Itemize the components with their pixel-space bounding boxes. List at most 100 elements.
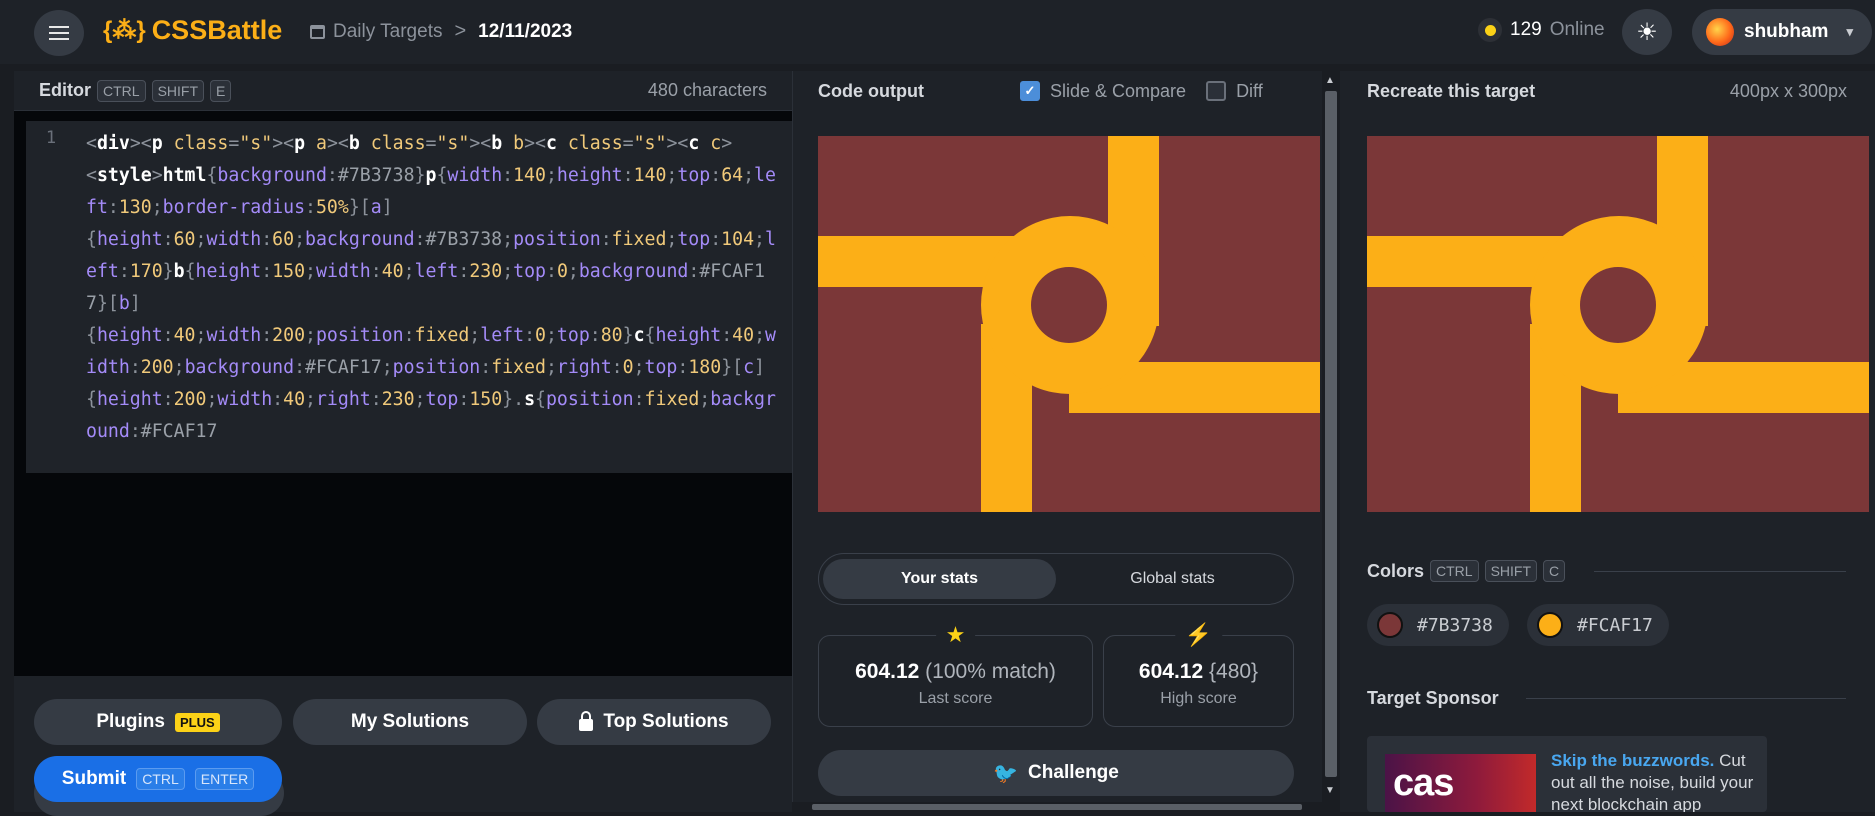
high-score-label: High score bbox=[1160, 690, 1237, 707]
logo-text: CSSBattle bbox=[151, 15, 283, 45]
sponsor-card[interactable]: cas Skip the buzzwords. Cut out all the … bbox=[1367, 736, 1767, 812]
star-icon: ★ bbox=[935, 623, 976, 647]
user-menu-button[interactable]: shubham ▾ bbox=[1692, 9, 1872, 55]
tab-global-stats[interactable]: Global stats bbox=[1056, 559, 1289, 599]
editor-title: Editor bbox=[39, 80, 91, 100]
kbd-ctrl: CTRL bbox=[97, 79, 146, 102]
last-score-card: ★ 604.12 (100% match) Last score bbox=[818, 623, 1093, 727]
top-solutions-button[interactable]: Top Solutions bbox=[537, 699, 771, 745]
divider bbox=[1526, 698, 1846, 699]
code-editor[interactable]: 1 <div><p class="s"><p a><b class="s"><b… bbox=[26, 121, 792, 473]
theme-toggle-button[interactable]: ☀ bbox=[1622, 9, 1672, 55]
slide-compare-label: Slide & Compare bbox=[1049, 80, 1187, 101]
sponsor-title: Target Sponsor bbox=[1367, 688, 1499, 708]
kbd-ctrl: CTRL bbox=[136, 768, 185, 790]
breadcrumb-daily-targets[interactable]: Daily Targets bbox=[310, 21, 442, 43]
color-hex-1: #7B3738 bbox=[1417, 614, 1493, 636]
sun-icon: ☀ bbox=[1636, 18, 1658, 46]
diff-toggle[interactable]: Diff bbox=[1206, 81, 1263, 102]
last-score-label: Last score bbox=[918, 690, 993, 707]
breadcrumb-daily-targets-label: Daily Targets bbox=[333, 20, 443, 42]
avatar bbox=[1706, 18, 1734, 46]
breadcrumb: Daily Targets > 12/11/2023 bbox=[310, 20, 572, 43]
kbd-shift: SHIFT bbox=[1484, 560, 1538, 582]
target-title: Recreate this target bbox=[1367, 80, 1536, 101]
scroll-up-icon[interactable]: ▲ bbox=[1325, 75, 1335, 86]
divider bbox=[1594, 571, 1846, 572]
colors-heading: Colors CTRL SHIFT C bbox=[1367, 560, 1566, 582]
calendar-icon bbox=[310, 24, 325, 39]
slide-compare-toggle[interactable]: ✓ Slide & Compare bbox=[1019, 80, 1187, 102]
color-dot-icon bbox=[1377, 612, 1403, 638]
shape-hole bbox=[1031, 267, 1107, 343]
high-score-value: 604.12 bbox=[1138, 660, 1204, 683]
target-size: 400px x 300px bbox=[1729, 80, 1847, 101]
chevron-right-icon: > bbox=[454, 20, 467, 42]
chevron-down-icon: ▾ bbox=[1846, 24, 1853, 39]
checkbox-icon[interactable] bbox=[1206, 81, 1227, 101]
online-label: Online bbox=[1549, 19, 1605, 40]
stats-tabs: Your stats Global stats bbox=[818, 553, 1294, 605]
submit-button[interactable]: Submit CTRL ENTER bbox=[34, 756, 282, 802]
kbd-e: E bbox=[210, 79, 232, 102]
kbd-ctrl: CTRL bbox=[1430, 560, 1479, 582]
code-content[interactable]: <div><p class="s"><p a><b class="s"><b b… bbox=[76, 121, 792, 473]
line-number: 1 bbox=[45, 128, 57, 148]
editor-header: Editor CTRL SHIFT E 480 characters bbox=[14, 71, 792, 111]
high-score-card: ⚡ 604.12 {480} High score bbox=[1103, 623, 1294, 727]
breadcrumb-current-date: 12/11/2023 bbox=[478, 20, 573, 42]
top-solutions-label: Top Solutions bbox=[603, 711, 729, 732]
tab-your-stats[interactable]: Your stats bbox=[823, 559, 1056, 599]
lock-icon bbox=[579, 711, 594, 731]
menu-icon bbox=[49, 32, 69, 34]
horizontal-scrollbar[interactable] bbox=[792, 802, 1322, 812]
color-swatch-1[interactable]: #7B3738 bbox=[1367, 604, 1509, 646]
character-count: 480 characters bbox=[647, 80, 767, 100]
last-score-value: 604.12 bbox=[855, 660, 920, 683]
colors-title: Colors bbox=[1367, 560, 1425, 581]
vertical-scrollbar[interactable]: ▲ ▼ bbox=[1322, 71, 1340, 802]
target-image[interactable] bbox=[1367, 136, 1869, 512]
code-output-canvas[interactable] bbox=[818, 136, 1320, 512]
sponsor-headline: Skip the buzzwords. bbox=[1551, 751, 1715, 770]
diff-label: Diff bbox=[1236, 80, 1263, 101]
sponsor-heading: Target Sponsor bbox=[1367, 688, 1499, 709]
plugins-label: Plugins bbox=[96, 711, 165, 732]
twitter-icon: 🐦 bbox=[993, 762, 1019, 785]
sponsor-logo: cas bbox=[1385, 754, 1536, 812]
target-panel: Recreate this target 400px x 300px Color… bbox=[1340, 71, 1875, 812]
hamburger-menu-button[interactable] bbox=[34, 10, 84, 56]
last-score-match: (100% match) bbox=[925, 660, 1056, 683]
logo[interactable]: {⁂} CSSBattle bbox=[103, 15, 282, 46]
high-score-chars: {480} bbox=[1209, 660, 1259, 683]
scrollbar-thumb[interactable] bbox=[1325, 91, 1337, 777]
online-indicator: 129 Online bbox=[1478, 18, 1605, 42]
kbd-enter: ENTER bbox=[194, 768, 255, 790]
challenge-label: Challenge bbox=[1028, 762, 1119, 783]
color-dot-icon bbox=[1537, 612, 1563, 638]
output-title: Code output bbox=[818, 80, 924, 101]
plus-badge: PLUS bbox=[174, 712, 220, 732]
output-header: Code output ✓ Slide & Compare Diff bbox=[793, 71, 1322, 111]
shape-hole bbox=[1580, 267, 1656, 343]
kbd-shift: SHIFT bbox=[151, 79, 205, 102]
submit-label: Submit bbox=[61, 768, 127, 789]
sponsor-text: Skip the buzzwords. Cut out all the nois… bbox=[1551, 750, 1761, 812]
target-header: Recreate this target 400px x 300px bbox=[1340, 71, 1875, 111]
online-dot-icon bbox=[1478, 18, 1502, 42]
lightning-icon: ⚡ bbox=[1174, 623, 1223, 647]
username: shubham bbox=[1744, 21, 1829, 42]
top-bar: {⁂} CSSBattle Daily Targets > 12/11/2023… bbox=[0, 0, 1875, 64]
checkbox-checked-icon[interactable]: ✓ bbox=[1019, 81, 1040, 101]
color-hex-2: #FCAF17 bbox=[1577, 614, 1653, 636]
scroll-down-icon[interactable]: ▼ bbox=[1325, 785, 1335, 796]
scrollbar-thumb[interactable] bbox=[812, 804, 1302, 810]
logo-mark-icon: {⁂} bbox=[103, 17, 146, 44]
plugins-button[interactable]: Plugins PLUS bbox=[34, 699, 282, 745]
online-count: 129 bbox=[1510, 19, 1542, 40]
my-solutions-label: My Solutions bbox=[350, 711, 470, 732]
color-swatch-2[interactable]: #FCAF17 bbox=[1527, 604, 1669, 646]
my-solutions-button[interactable]: My Solutions bbox=[293, 699, 527, 745]
code-output-panel: Code output ✓ Slide & Compare Diff Your … bbox=[792, 71, 1322, 812]
challenge-button[interactable]: 🐦 Challenge bbox=[818, 750, 1294, 796]
